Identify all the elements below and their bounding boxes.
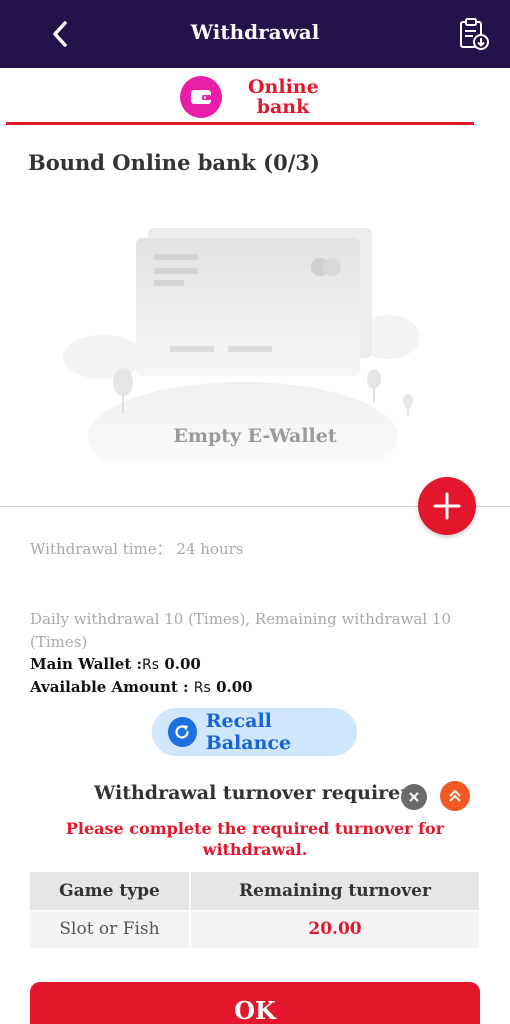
daily-withdrawal-limit: Daily withdrawal 10 (Times), Remaining w… bbox=[30, 610, 451, 651]
empty-wallet-text: Empty E-Wallet bbox=[173, 425, 337, 447]
turnover-table: Game type Remaining turnover Slot or Fis… bbox=[30, 872, 479, 948]
turnover-requirement-title: Withdrawal turnover requirement bbox=[94, 782, 404, 804]
active-tab-indicator bbox=[6, 122, 474, 125]
wallet-icon bbox=[180, 76, 222, 118]
refresh-icon bbox=[168, 717, 197, 747]
withdrawal-time-label: Withdrawal time： bbox=[30, 540, 172, 558]
tab-online-bank[interactable]: Online bank bbox=[180, 76, 319, 118]
ok-button-label: OK bbox=[234, 996, 276, 1024]
main-wallet-value: 0.00 bbox=[164, 655, 201, 673]
page-title: Withdrawal bbox=[190, 20, 320, 44]
add-account-button[interactable] bbox=[418, 477, 476, 535]
payment-method-tabs: Online bank bbox=[0, 68, 510, 128]
turnover-warning: Please complete the required turnover fo… bbox=[65, 819, 445, 859]
bound-accounts-title: Bound Online bank (0/3) bbox=[28, 150, 320, 175]
plus-icon bbox=[433, 492, 461, 520]
main-wallet-balance: Main Wallet :Rs 0.00 bbox=[30, 655, 201, 673]
currency-symbol: Rs bbox=[142, 657, 160, 673]
currency-symbol: Rs bbox=[193, 680, 211, 696]
chevron-double-up-icon bbox=[449, 789, 461, 802]
column-header-remaining-turnover: Remaining turnover bbox=[189, 872, 479, 910]
collapse-button[interactable] bbox=[440, 781, 470, 811]
table-header-row: Game type Remaining turnover bbox=[30, 872, 479, 910]
recall-balance-label: Recall Balance bbox=[205, 710, 292, 754]
table-row: Slot or Fish 20.00 bbox=[30, 909, 479, 948]
remaining-turnover-cell: 20.00 bbox=[189, 909, 479, 948]
close-icon bbox=[409, 792, 419, 802]
withdrawal-time-value: 24 hours bbox=[176, 540, 244, 558]
tab-label: Online bank bbox=[248, 76, 319, 118]
recall-balance-button[interactable]: Recall Balance bbox=[152, 708, 357, 756]
main-wallet-label: Main Wallet : bbox=[30, 655, 143, 673]
game-type-cell: Slot or Fish bbox=[30, 909, 190, 948]
column-header-game-type: Game type bbox=[30, 872, 190, 910]
available-amount: Available Amount : Rs 0.00 bbox=[30, 678, 253, 696]
ok-button[interactable]: OK bbox=[30, 982, 480, 1024]
close-button[interactable] bbox=[401, 784, 427, 810]
available-amount-label: Available Amount : bbox=[30, 678, 189, 696]
clipboard-download-icon bbox=[460, 18, 489, 50]
withdrawal-time: Withdrawal time： 24 hours bbox=[30, 538, 244, 559]
top-bar: Withdrawal bbox=[0, 0, 510, 68]
available-amount-value: 0.00 bbox=[216, 678, 253, 696]
withdrawal-history-button[interactable] bbox=[452, 12, 496, 56]
